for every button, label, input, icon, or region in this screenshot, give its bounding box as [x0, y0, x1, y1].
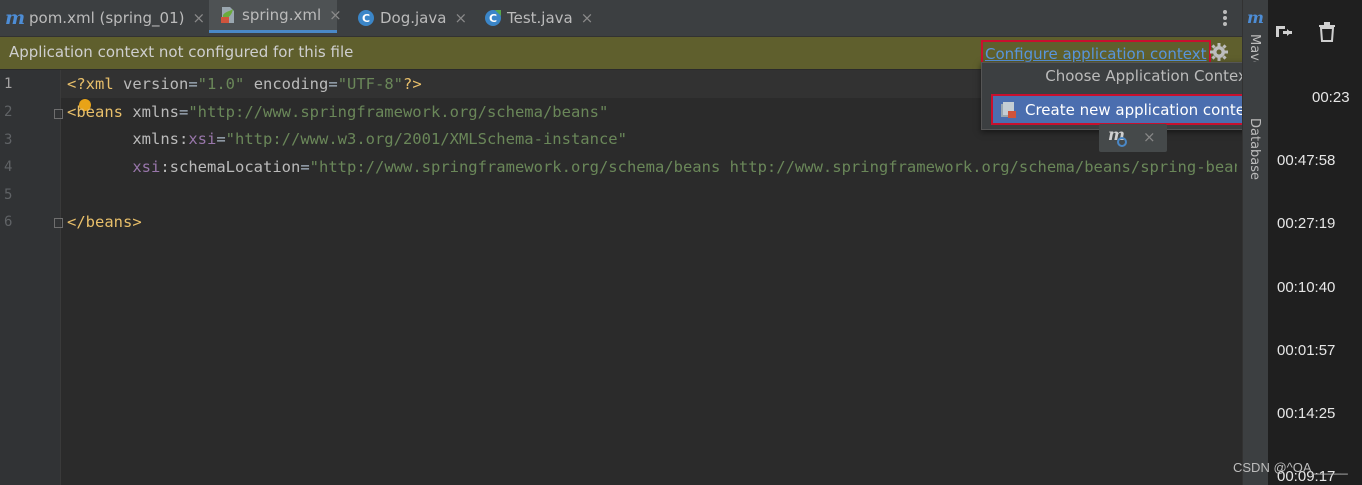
maven-reload-icon[interactable]: m: [1107, 125, 1129, 152]
spring-xml-icon: [219, 6, 237, 24]
time-entry: 00:14:25: [1277, 405, 1336, 422]
tab-spring-xml[interactable]: spring.xml ×: [209, 0, 342, 33]
svg-text:C: C: [489, 12, 497, 25]
close-icon[interactable]: ×: [329, 6, 342, 24]
tab-pom-xml[interactable]: m pom.xml (spring_01) ×: [4, 0, 206, 36]
code-line-2: <beans xmlns="http://www.springframework…: [67, 103, 609, 121]
code-line-6: </beans>: [67, 213, 142, 231]
line-number: 4: [4, 159, 13, 175]
code-line-4: xsi:schemaLocation="http://www.springfra…: [132, 158, 1237, 176]
time-entry: 00:27:19: [1277, 215, 1336, 232]
tab-label: spring.xml: [242, 6, 322, 24]
watermark: CSDN @^OA_____: [1233, 460, 1348, 475]
java-class-runnable-icon: C: [484, 9, 502, 27]
time-entry: 00:01:57: [1277, 342, 1336, 359]
line-number: 3: [4, 132, 13, 148]
close-icon[interactable]: ×: [1143, 128, 1156, 146]
tab-label: Dog.java: [380, 9, 447, 27]
close-icon[interactable]: ×: [581, 9, 594, 27]
code-editor[interactable]: <?xml version="1.0" encoding="UTF-8"?> <…: [67, 70, 1237, 485]
database-tool-button[interactable]: Database: [1247, 118, 1262, 180]
maven-reload-bubble: m ×: [1099, 124, 1167, 152]
tab-test-java[interactable]: C Test.java ×: [484, 0, 593, 36]
tab-dog-java[interactable]: C Dog.java ×: [357, 0, 467, 36]
ide-window: m pom.xml (spring_01) × spring.xml × C D…: [0, 0, 1317, 485]
fold-marker-icon[interactable]: [54, 218, 63, 228]
new-context-icon: [999, 101, 1017, 119]
notification-message: Application context not configured for t…: [9, 43, 354, 61]
svg-text:m: m: [1108, 126, 1125, 144]
time-entry: 00:47:58: [1277, 152, 1336, 169]
tab-label: Test.java: [507, 9, 573, 27]
java-class-icon: C: [357, 9, 375, 27]
right-tool-strip: m Maven Database: [1242, 0, 1269, 485]
line-number: 6: [4, 214, 13, 230]
code-line-1: <?xml version="1.0" encoding="UTF-8"?>: [67, 75, 422, 93]
side-panel: 00:23 00:47:58 00:27:19 00:10:40 00:01:5…: [1268, 0, 1362, 485]
trash-icon[interactable]: [1318, 22, 1336, 46]
code-line-3: xmlns:xsi="http://www.w3.org/2001/XMLSch…: [132, 130, 627, 148]
line-number: 1: [4, 76, 13, 92]
close-icon[interactable]: ×: [193, 9, 206, 27]
close-icon[interactable]: ×: [454, 9, 467, 27]
switch-icon[interactable]: [1274, 22, 1294, 46]
fold-marker-icon[interactable]: [54, 109, 63, 119]
create-context-label: Create new application context...: [1025, 100, 1274, 119]
line-number: 5: [4, 187, 13, 203]
line-number: 2: [4, 104, 13, 120]
time-entry: 00:10:40: [1277, 279, 1336, 296]
time-entry: 00:23: [1312, 89, 1350, 106]
line-number-gutter: 1 2 3 4 5 6: [0, 70, 63, 485]
gear-icon[interactable]: [1209, 42, 1229, 62]
tab-label: pom.xml (spring_01): [29, 9, 185, 27]
maven-icon[interactable]: m: [1247, 8, 1264, 27]
maven-icon: m: [4, 7, 26, 29]
maven-tool-button[interactable]: Maven: [1247, 34, 1262, 62]
editor-tab-bar: m pom.xml (spring_01) × spring.xml × C D…: [0, 0, 1242, 37]
more-options-icon[interactable]: [1218, 8, 1232, 28]
